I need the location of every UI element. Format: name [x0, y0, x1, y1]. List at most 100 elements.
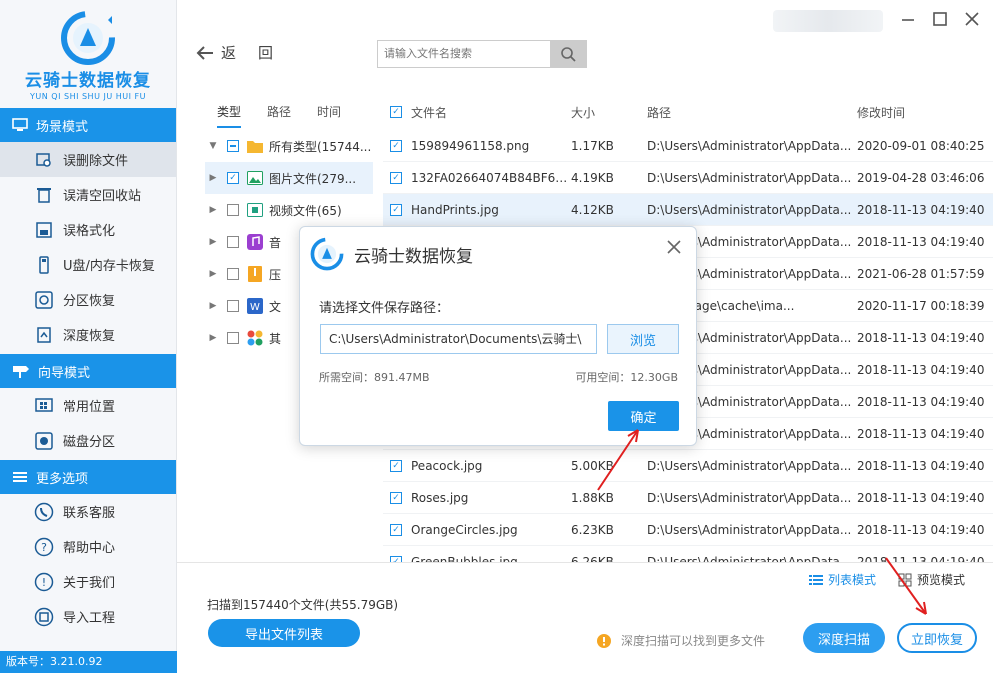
tree-checkbox[interactable] [227, 236, 239, 248]
file-size: 4.19KB [571, 170, 614, 185]
sidebar-item-help[interactable]: ? 帮助中心 [0, 529, 176, 564]
file-row[interactable]: ✓ GreenBubbles.jpg 6.26KB D:\Users\Administ… [383, 546, 993, 562]
file-row[interactable]: ✓ Peacock.jpg 5.00KB D:\Users\Administrator… [383, 450, 993, 482]
sidebar-item-label: 常用位置 [63, 400, 116, 415]
preview-mode-button[interactable]: 预览模式 [898, 571, 965, 588]
sidebar-item-usb[interactable]: U盘/内存卡恢复 [0, 247, 176, 282]
section-scene-mode: 场景模式 [0, 108, 176, 142]
search-input[interactable] [378, 41, 550, 67]
sidebar-item-recycle-bin[interactable]: 误清空回收站 [0, 177, 176, 212]
sidebar-item-about[interactable]: ! 关于我们 [0, 564, 176, 599]
tab-time[interactable]: 时间 [317, 96, 341, 128]
file-checkbox[interactable]: ✓ [390, 523, 402, 536]
partition-icon [34, 290, 54, 310]
tree-checkbox[interactable] [227, 332, 239, 344]
sidebar-item-contact[interactable]: 联系客服 [0, 494, 176, 529]
file-row[interactable]: ✓ 132FA02664074B84BF67... 4.19KB D:\Users\A… [383, 162, 993, 194]
file-size: 5.00KB [571, 458, 614, 473]
tree-row[interactable]: ▼ 所有类型(15744... [205, 130, 373, 162]
back-label: 返 [221, 44, 237, 62]
tree-checkbox[interactable] [227, 300, 239, 312]
file-row[interactable]: ✓ Roses.jpg 1.88KB D:\Users\Administrator\A… [383, 482, 993, 514]
tree-checkbox[interactable]: ✓ [227, 172, 239, 184]
video-icon [247, 202, 263, 218]
tree-checkbox[interactable] [227, 268, 239, 280]
file-row[interactable]: ✓ OrangeCircles.jpg 6.23KB D:\Users\Adminis… [383, 514, 993, 546]
window-controls [901, 12, 979, 26]
signpost-icon [12, 364, 30, 378]
file-size: 1.88KB [571, 490, 614, 505]
file-path: D:\Users\Administrator\AppData... [647, 554, 852, 563]
phone-icon [34, 502, 54, 522]
tree-row[interactable]: ▶ ✓ 图片文件(279... [205, 162, 373, 194]
expand-arrow-icon[interactable]: ▶ [205, 269, 221, 279]
dialog-title-text: 云骑士数据恢复 [354, 246, 473, 267]
file-checkbox[interactable]: ✓ [390, 491, 402, 504]
file-checkbox[interactable]: ✓ [390, 139, 402, 152]
tree-row[interactable]: ▶ 视频文件(65) [205, 194, 373, 226]
minimize-icon[interactable] [901, 12, 915, 26]
expand-arrow-icon[interactable]: ▶ [205, 333, 221, 343]
sidebar-item-disk-partition[interactable]: 磁盘分区 [0, 423, 176, 458]
expand-arrow-icon[interactable]: ▶ [205, 205, 221, 215]
file-name: Roses.jpg [411, 490, 469, 505]
sidebar-item-deep-restore[interactable]: 深度恢复 [0, 317, 176, 352]
sidebar-item-partition[interactable]: 分区恢复 [0, 282, 176, 317]
file-checkbox[interactable]: ✓ [390, 171, 402, 184]
file-time: 2018-11-13 04:19:40 [857, 202, 985, 217]
arrow-left-icon [196, 45, 213, 60]
file-checkbox[interactable]: ✓ [390, 459, 402, 472]
back-button[interactable]: 返 回 [195, 42, 273, 63]
sidebar-item-label: 误删除文件 [63, 154, 129, 169]
deep-scan-button[interactable]: 深度扫描 [803, 623, 885, 653]
search-button[interactable] [550, 41, 586, 67]
file-time: 2018-11-13 04:19:40 [857, 426, 985, 441]
list-icon [808, 574, 823, 585]
expand-arrow-icon[interactable]: ▼ [205, 141, 221, 151]
section-title: 场景模式 [36, 119, 89, 135]
expand-arrow-icon[interactable]: ▶ [205, 301, 221, 311]
file-row[interactable]: ✓ HandPrints.jpg 4.12KB D:\Users\Administra… [383, 194, 993, 226]
save-path-field[interactable]: C:\Users\Administrator\Documents\云骑士\ [320, 324, 597, 354]
tree-checkbox[interactable] [227, 140, 239, 152]
tree-checkbox[interactable] [227, 204, 239, 216]
file-row[interactable]: ✓ 159894961158.png 1.17KB D:\Users\Administ… [383, 130, 993, 162]
sidebar-item-label: 误清空回收站 [63, 189, 142, 204]
sidebar-item-deleted-files[interactable]: 误删除文件 [0, 142, 176, 177]
select-all-checkbox[interactable]: ✓ [390, 106, 402, 118]
sidebar-item-label: 分区恢复 [63, 294, 116, 309]
sidebar-item-format[interactable]: 误格式化 [0, 212, 176, 247]
header-path[interactable]: 路径 [647, 104, 857, 121]
expand-arrow-icon[interactable]: ▶ [205, 237, 221, 247]
toolbar: 返 回 [177, 0, 993, 100]
file-list-header: ✓ 文件名 大小 路径 修改时间 [383, 96, 993, 128]
sidebar-item-import[interactable]: 导入工程 [0, 599, 176, 634]
file-time: 2018-11-13 04:19:40 [857, 362, 985, 377]
sidebar-item-common-location[interactable]: 常用位置 [0, 388, 176, 423]
file-path: D:\Users\Administrator\AppData... [647, 490, 852, 505]
file-name: 159894961158.png [411, 138, 530, 153]
header-name[interactable]: 文件名 [411, 104, 571, 121]
dialog-title: 云骑士数据恢复 [310, 237, 473, 271]
view-modes: 列表模式 预览模式 [808, 571, 965, 588]
tab-path[interactable]: 路径 [267, 96, 291, 128]
section-more-options: 更多选项 [0, 460, 176, 494]
browse-button[interactable]: 浏览 [607, 324, 679, 354]
recover-now-button[interactable]: 立即恢复 [897, 623, 977, 653]
tree-label: 所有类型(15744... [269, 139, 372, 154]
close-icon[interactable] [666, 239, 682, 255]
knight-logo-icon [61, 11, 115, 65]
export-list-button[interactable]: 导出文件列表 [208, 619, 360, 647]
scan-info: 扫描到157440个文件(共55.79GB) [207, 598, 399, 612]
file-checkbox[interactable]: ✓ [390, 203, 402, 216]
section-title: 向导模式 [38, 365, 91, 381]
expand-arrow-icon[interactable]: ▶ [205, 173, 221, 183]
header-size[interactable]: 大小 [571, 104, 647, 121]
header-time[interactable]: 修改时间 [857, 104, 987, 121]
tab-type[interactable]: 类型 [217, 96, 242, 128]
list-mode-button[interactable]: 列表模式 [808, 571, 876, 588]
confirm-button[interactable]: 确定 [608, 401, 679, 431]
available-space: 可用空间：12.30GB [575, 371, 678, 384]
maximize-icon[interactable] [933, 12, 947, 26]
close-icon[interactable] [965, 12, 979, 26]
